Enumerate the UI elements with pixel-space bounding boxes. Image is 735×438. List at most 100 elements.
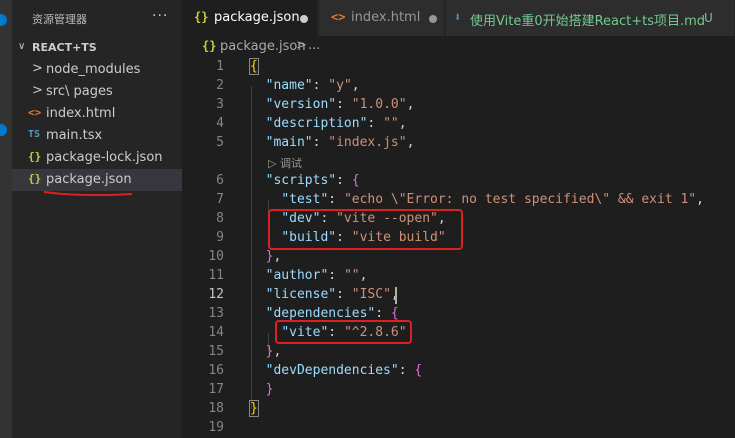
folder-react-ts[interactable]: ∨ REACT+TS (12, 37, 182, 59)
code-line: 15 }, (182, 343, 735, 362)
tab-label: package.json (214, 10, 300, 25)
code-text: }, (265, 344, 282, 359)
breadcrumb-separator: > (296, 38, 307, 53)
tree-item-label: package.json (46, 172, 132, 187)
code-line: 2 "name": "y", (182, 77, 735, 96)
html-brackets-icon: <> (331, 10, 346, 24)
code-line: 11 "author": "", (182, 267, 735, 286)
line-number: 9 (216, 230, 224, 245)
json-key: "name" (265, 78, 313, 93)
tab-index-html[interactable]: <> index.html (319, 0, 445, 36)
text-cursor (395, 287, 397, 304)
line-number: 18 (208, 401, 224, 416)
line-number: 16 (208, 363, 224, 378)
code-text: { (249, 58, 259, 75)
more-actions-icon[interactable]: ··· (152, 8, 168, 24)
code-text: "main": "index.js", (265, 135, 415, 150)
code-text: "test": "echo \"Error: no test specified… (281, 192, 704, 207)
tab-markdown[interactable]: ⬇ 使用Vite重0开始搭建React+ts项目.md U (446, 0, 735, 36)
breadcrumb-symbol[interactable]: ... (308, 38, 320, 53)
json-value: "y" (328, 78, 352, 93)
explorer-sidebar: 资源管理器 ··· ∨ REACT+TS > node_modules > sr… (12, 0, 182, 438)
code-editor[interactable]: 1 { 2 "name": "y", 3 "version": "1.0.0",… (182, 58, 735, 438)
json-key: "main" (265, 135, 313, 150)
line-number: 1 (216, 59, 224, 74)
tree-item-node-modules[interactable]: > node_modules (12, 59, 182, 81)
codelens-line: ▷ 调试 (182, 153, 735, 170)
html-brackets-icon: <> (28, 106, 42, 119)
code-line: 1 { (182, 58, 735, 77)
json-value: "" (383, 116, 399, 131)
tab-bar: {} package.json <> index.html ⬇ 使用Vite重0… (182, 0, 735, 36)
json-value: "echo \"Error: no test specified\" && ex… (343, 192, 697, 207)
json-braces-icon: {} (202, 39, 217, 53)
line-number: 10 (208, 249, 224, 264)
activity-badge-icon[interactable] (0, 124, 7, 136)
json-key: "author" (265, 268, 329, 283)
code-line: 12 "license": "ISC", (182, 286, 735, 305)
json-key: "dependencies" (265, 306, 376, 321)
tree-item-src-pages[interactable]: > src\ pages (12, 81, 182, 103)
json-value: "" (343, 268, 360, 283)
line-number: 19 (208, 420, 224, 435)
code-line: 5 "main": "index.js", (182, 134, 735, 153)
activity-badge-icon[interactable] (0, 14, 7, 26)
code-line: 6 "scripts": { (182, 172, 735, 191)
code-line: 4 "description": "", (182, 115, 735, 134)
code-line: 13 "dependencies": { (182, 305, 735, 324)
json-value: "ISC" (351, 287, 391, 302)
code-line: 19 (182, 419, 735, 438)
code-text: }, (265, 249, 282, 264)
chevron-right-icon: > (32, 83, 43, 98)
json-key: "version" (265, 97, 337, 112)
code-line: 17 } (182, 381, 735, 400)
unsaved-dot-icon[interactable] (429, 15, 437, 23)
highlight-box-scripts (268, 209, 463, 250)
chevron-down-icon: ∨ (18, 41, 26, 52)
explorer-title: 资源管理器 (32, 13, 87, 26)
tree-item-main-tsx[interactable]: TS main.tsx (12, 125, 182, 147)
breadcrumb-file[interactable]: package.json (220, 39, 306, 54)
markdown-download-icon: ⬇ (454, 10, 462, 24)
line-number: 2 (216, 78, 224, 93)
json-key: "devDependencies" (265, 363, 399, 378)
json-braces-icon: {} (194, 10, 209, 24)
code-line: 16 "devDependencies": { (182, 362, 735, 381)
debug-codelens[interactable]: ▷ 调试 (268, 155, 302, 171)
code-line: 18 } (182, 400, 735, 419)
line-number: 12 (208, 287, 224, 302)
json-key: "license" (265, 287, 337, 302)
code-line: 14 "vite": "^2.8.6" (182, 324, 735, 343)
line-number: 17 (208, 382, 224, 397)
line-number: 14 (208, 325, 224, 340)
tree-item-label: src\ pages (46, 84, 113, 99)
highlight-box-vite (275, 320, 412, 344)
red-underline-annotation (43, 191, 133, 197)
code-text: "name": "y", (265, 78, 360, 93)
code-text: "scripts": { (265, 173, 360, 188)
line-number: 7 (216, 192, 224, 207)
code-line: 7 "test": "echo \"Error: no test specifi… (182, 191, 735, 210)
json-braces-icon: {} (28, 150, 42, 163)
code-text: "description": "", (265, 116, 407, 131)
tab-package-json[interactable]: {} package.json (182, 0, 318, 36)
code-text: "author": "", (265, 268, 368, 283)
activity-bar (0, 0, 12, 438)
unsaved-dot-icon[interactable] (300, 15, 308, 23)
explorer-header: 资源管理器 ··· (12, 0, 182, 36)
code-line: 3 "version": "1.0.0", (182, 96, 735, 115)
tree-item-package-lock-json[interactable]: {} package-lock.json (12, 147, 182, 169)
untracked-status-badge: U (704, 11, 713, 25)
tree-item-package-json[interactable]: {} package.json (12, 169, 182, 191)
code-text: "dependencies": { (265, 306, 399, 321)
tree-item-label: main.tsx (46, 128, 103, 143)
tab-label: 使用Vite重0开始搭建React+ts项目.md (470, 14, 706, 29)
code-line: 10 }, (182, 248, 735, 267)
line-number: 5 (216, 135, 224, 150)
code-text: "license": "ISC", (265, 287, 399, 302)
json-value: "index.js" (328, 135, 407, 150)
code-text: } (265, 382, 274, 397)
line-number: 3 (216, 97, 224, 112)
folder-name: REACT+TS (32, 41, 97, 54)
tree-item-index-html[interactable]: <> index.html (12, 103, 182, 125)
